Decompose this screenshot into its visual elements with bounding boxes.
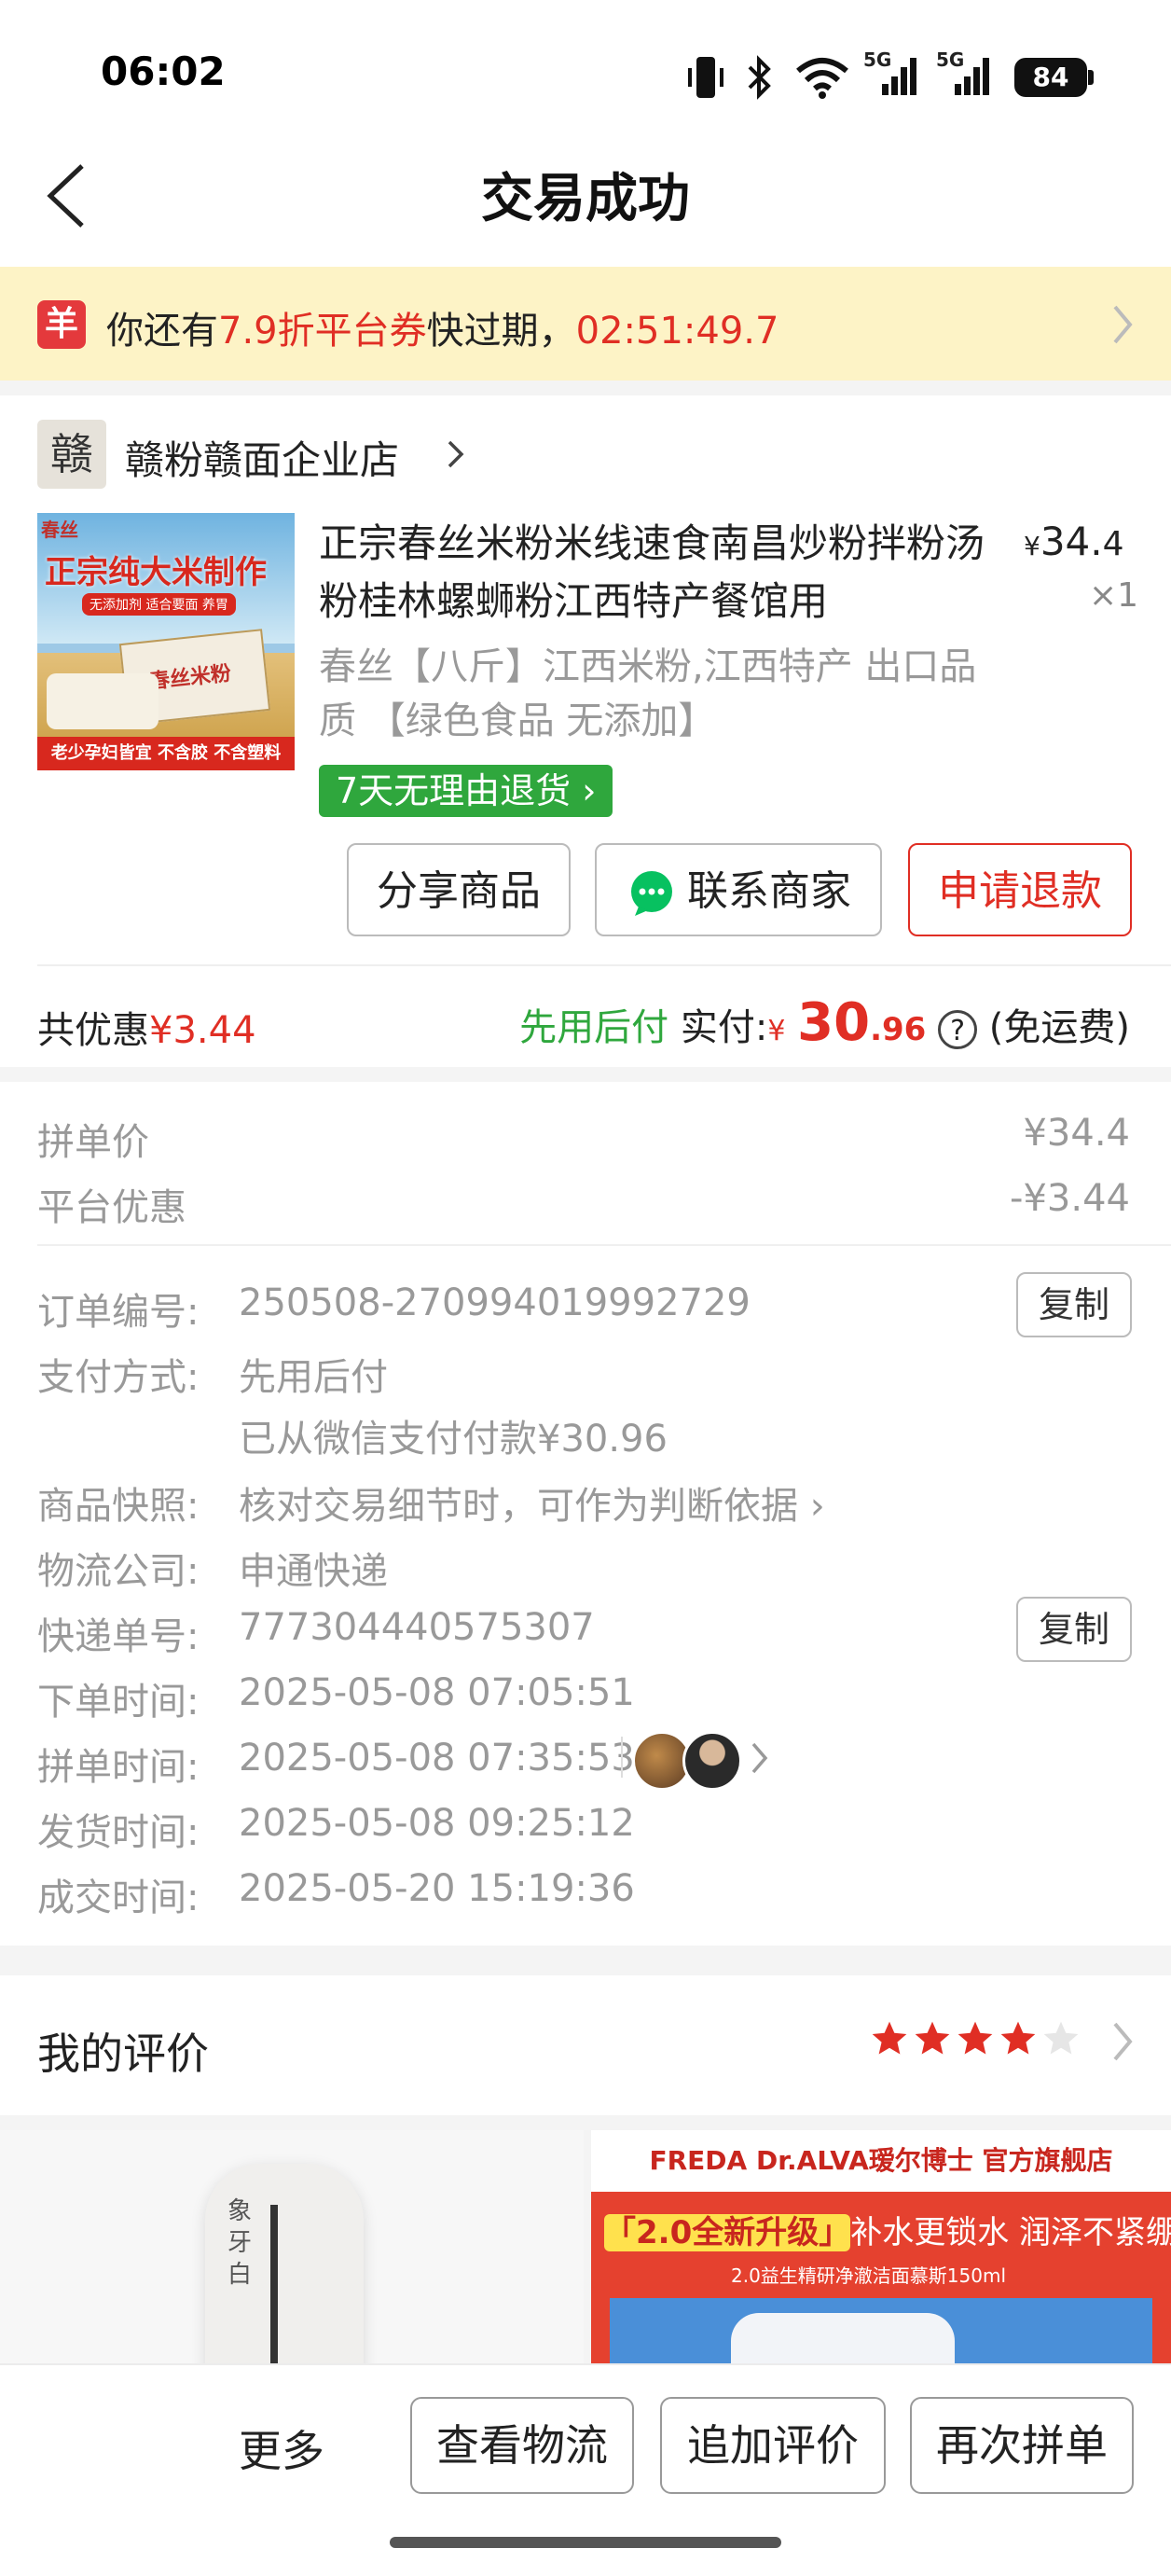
product-spec: 春丝【八斤】江西米粉,江西特产 出口品质 【绿色食品 无添加】 xyxy=(319,645,977,742)
ad-right-headline: 「2.0全新升级」补水更锁水 润泽不紧绷 xyxy=(604,2214,1171,2251)
group-price-value: ¥34.4 xyxy=(1023,1112,1130,1155)
cellular-signal-1-icon: 5G xyxy=(863,48,919,99)
platform-discount-label: 平台优惠 xyxy=(37,1186,186,1229)
tracking-number: 777304440575307 xyxy=(239,1606,595,1649)
share-button[interactable]: 分享商品 xyxy=(347,843,571,936)
group-time-label: 拼单时间: xyxy=(37,1746,200,1789)
courier-name: 申通快递 xyxy=(239,1550,388,1593)
deal-time: 2025-05-20 15:19:36 xyxy=(239,1867,635,1910)
product-price: ¥34.4 xyxy=(1024,519,1124,564)
cellular-signal-2-icon: 5G xyxy=(936,48,992,99)
divider xyxy=(621,1737,623,1778)
star-filled-icon xyxy=(872,2021,907,2055)
wifi-icon xyxy=(796,58,848,99)
product-image-footer: 老少孕妇皆宜 不含胶 不含塑料 xyxy=(37,737,295,770)
chevron-right-icon xyxy=(1113,305,1133,344)
star-filled-icon xyxy=(915,2021,950,2055)
ad-card-left[interactable]: 象牙白 xyxy=(0,2130,584,2373)
divider xyxy=(37,1244,1171,1246)
shop-name[interactable]: 赣粉赣面企业店 xyxy=(125,429,399,486)
product-image-noodles xyxy=(47,673,158,729)
ad-card-right[interactable]: FREDA Dr.ALVA瑷尔博士 官方旗舰店 「2.0全新升级」补水更锁水 润… xyxy=(591,2130,1171,2373)
avatar[interactable] xyxy=(682,1731,742,1791)
divider xyxy=(37,964,1171,966)
coupon-middle: 快过期， xyxy=(426,310,576,353)
order-number-label: 订单编号: xyxy=(37,1291,200,1334)
group-price-label: 拼单价 xyxy=(37,1121,149,1164)
total-discount: 共优惠¥3.44 xyxy=(37,1009,256,1052)
star-empty-icon xyxy=(1043,2021,1079,2055)
more-button[interactable]: 更多 xyxy=(239,2417,324,2479)
star-filled-icon xyxy=(957,2021,993,2055)
snapshot-link[interactable]: 核对交易细节时，可作为判断依据 › xyxy=(239,1475,825,1530)
product-image-headline: 正宗纯大米制作 xyxy=(45,554,267,591)
deal-time-label: 成交时间: xyxy=(37,1877,200,1919)
copy-tracking-number-button[interactable]: 复制 xyxy=(1016,1597,1132,1662)
payment-method-label: 支付方式: xyxy=(37,1356,200,1399)
ship-time-label: 发货时间: xyxy=(37,1811,200,1854)
coupon-icon: 羊 xyxy=(37,300,86,349)
ad-left-text: 象牙白 xyxy=(227,2197,253,2289)
chevron-right-icon[interactable] xyxy=(750,1740,770,1776)
help-icon[interactable]: ? xyxy=(938,1010,978,1049)
status-time: 06:02 xyxy=(101,48,226,94)
coupon-message: 你还有7.9折平台券快过期，02:51:49.7 xyxy=(106,300,778,354)
review-label: 我的评价 xyxy=(37,2029,209,2079)
shop-logo[interactable]: 赣 xyxy=(37,420,106,489)
chevron-right-icon[interactable] xyxy=(1109,2020,1136,2063)
battery-icon: 84 xyxy=(1014,58,1087,97)
refund-button[interactable]: 申请退款 xyxy=(908,843,1132,936)
page-title: 交易成功 xyxy=(481,169,690,229)
courier-label: 物流公司: xyxy=(37,1550,200,1593)
copy-order-number-button[interactable]: 复制 xyxy=(1016,1272,1132,1337)
ad-right-header: FREDA Dr.ALVA瑷尔博士 官方旗舰店 xyxy=(591,2130,1171,2192)
product-quantity: ×1 xyxy=(1089,576,1139,615)
battery-tip xyxy=(1088,70,1094,85)
product-image[interactable]: 春丝 正宗纯大米制作 无添加剂 适合要面 养胃 春丝米粉 老少孕妇皆宜 不含胶 … xyxy=(37,513,295,770)
product-title[interactable]: 正宗春丝米粉米线速食南昌炒粉拌粉汤粉桂林螺蛳粉江西特产餐馆用 xyxy=(319,515,990,630)
product-image-sub: 无添加剂 适合要面 养胃 xyxy=(82,593,236,616)
ad-product-stripe xyxy=(270,2205,278,2373)
platform-discount-value: -¥3.44 xyxy=(1010,1177,1130,1220)
product-image-brand: 春丝 xyxy=(41,519,78,541)
chat-bubble-icon xyxy=(631,871,672,916)
vibrate-icon xyxy=(688,57,723,98)
coupon-countdown: 02:51:49.7 xyxy=(575,310,779,353)
pay-later-label: 先用后付 xyxy=(519,1006,669,1049)
payment-note: 已从微信支付付款¥30.96 xyxy=(239,1418,668,1461)
bluetooth-icon xyxy=(748,55,771,100)
order-time: 2025-05-08 07:05:51 xyxy=(239,1671,635,1714)
coupon-prefix: 你还有 xyxy=(106,310,218,353)
paid-amount: 30 xyxy=(797,992,871,1053)
home-indicator[interactable] xyxy=(390,2537,781,2548)
coupon-discount: 7.9折平台券 xyxy=(218,310,427,353)
snapshot-label: 商品快照: xyxy=(37,1485,200,1528)
return-policy-tag[interactable]: 7天无理由退货 › xyxy=(319,765,613,817)
order-number: 250508-270994019992729 xyxy=(239,1281,751,1324)
rebuy-button[interactable]: 再次拼单 xyxy=(910,2397,1134,2494)
payment-method: 先用后付 xyxy=(239,1356,388,1399)
ship-time: 2025-05-08 09:25:12 xyxy=(239,1802,635,1845)
paid-summary: 先用后付 实付:¥ 30.96 ? (免运费) xyxy=(519,992,1130,1053)
contact-merchant-button[interactable]: 联系商家 xyxy=(595,843,882,936)
order-time-label: 下单时间: xyxy=(37,1681,200,1724)
view-logistics-button[interactable]: 查看物流 xyxy=(410,2397,634,2494)
star-filled-icon xyxy=(1000,2021,1036,2055)
shop-chevron-icon[interactable] xyxy=(446,438,466,470)
ad-right-sub: 2.0益生精研净澈洁面慕斯150ml xyxy=(731,2264,1007,2287)
add-review-button[interactable]: 追加评价 xyxy=(660,2397,886,2494)
group-time: 2025-05-08 07:35:53 xyxy=(239,1737,635,1780)
rating-stars xyxy=(869,2018,1093,2067)
tracking-number-label: 快递单号: xyxy=(37,1615,200,1658)
